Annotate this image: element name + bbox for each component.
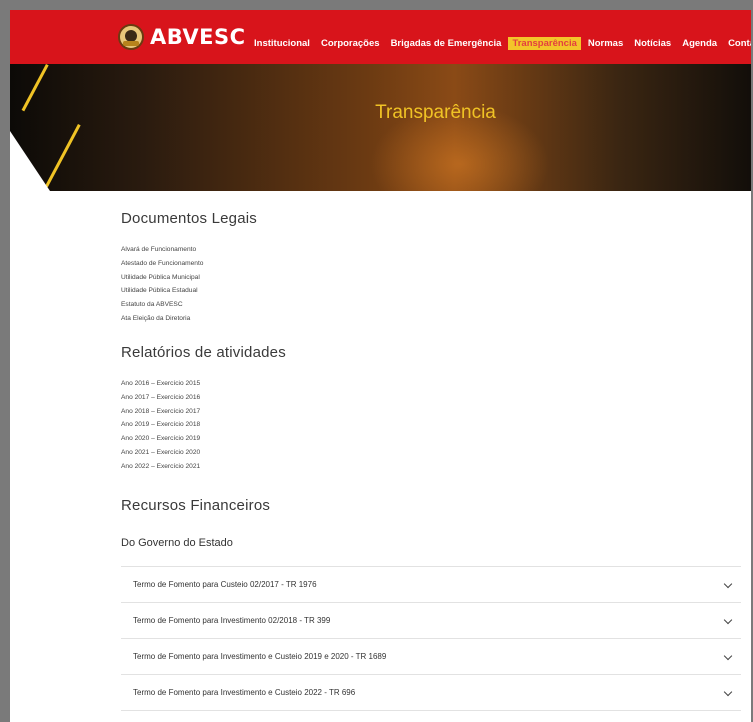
firefighter-emblem-icon [118,24,144,50]
report-link[interactable]: Ano 2020 – Exercício 2019 [121,435,200,442]
nav-agenda[interactable]: Agenda [682,38,717,49]
accordion-label: Termo de Fomento para Investimento 02/20… [133,616,331,625]
doc-link[interactable]: Estatuto da ABVESC [121,301,183,308]
section-title-recursos: Recursos Financeiros [121,497,271,514]
report-link[interactable]: Ano 2016 – Exercício 2015 [121,380,200,387]
doc-link[interactable]: Utilidade Pública Municipal [121,274,200,281]
accordion-label: Termo de Fomento para Investimento e Cus… [133,688,356,697]
accordion-item[interactable]: Termo de Fomento para Investimento e Cus… [121,675,741,711]
report-link[interactable]: Ano 2018 – Exercício 2017 [121,408,200,415]
section-title: Relatórios de atividades [121,344,286,361]
nav-noticias[interactable]: Notícias [634,38,671,49]
nav-contato[interactable]: Contato [728,38,751,49]
report-link[interactable]: Ano 2022 – Exercício 2021 [121,463,200,470]
section-title: Documentos Legais [121,210,257,227]
nav-normas[interactable]: Normas [588,38,623,49]
doc-link[interactable]: Atestado de Funcionamento [121,260,203,267]
accordion: Termo de Fomento para Custeio 02/2017 - … [121,566,741,711]
reports-list: Ano 2016 – Exercício 2015 Ano 2017 – Exe… [121,377,286,474]
navbar: ABVESC Institucional Corporações Brigada… [10,10,751,64]
subsection-title: Do Governo do Estado [121,537,233,549]
hero-banner: Transparência [10,64,751,191]
accordion-item[interactable]: Termo de Fomento para Custeio 02/2017 - … [121,567,741,603]
main-nav: Institucional Corporações Brigadas de Em… [254,37,751,50]
decorative-slash [45,124,81,188]
doc-link[interactable]: Alvará de Funcionamento [121,246,196,253]
logo-text: ABVESC [150,25,246,49]
chevron-down-icon[interactable] [723,652,733,662]
report-link[interactable]: Ano 2019 – Exercício 2018 [121,421,200,428]
nav-brigadas[interactable]: Brigadas de Emergência [391,38,502,49]
accordion-item[interactable]: Termo de Fomento para Investimento 02/20… [121,603,741,639]
hero-corner-cut [10,131,50,191]
accordion-label: Termo de Fomento para Custeio 02/2017 - … [133,580,317,589]
accordion-item[interactable]: Termo de Fomento para Investimento e Cus… [121,639,741,675]
page-title: Transparência [375,102,496,123]
chevron-down-icon[interactable] [723,580,733,590]
accordion-label: Termo de Fomento para Investimento e Cus… [133,652,387,661]
section-relatorios: Relatórios de atividades Ano 2016 – Exer… [121,344,286,474]
doc-link[interactable]: Utilidade Pública Estadual [121,287,198,294]
nav-institucional[interactable]: Institucional [254,38,310,49]
page: ABVESC Institucional Corporações Brigada… [10,10,751,722]
documents-list: Alvará de Funcionamento Atestado de Func… [121,243,741,326]
report-link[interactable]: Ano 2021 – Exercício 2020 [121,449,200,456]
doc-link[interactable]: Ata Eleição da Diretoria [121,315,190,322]
nav-corporacoes[interactable]: Corporações [321,38,380,49]
main-content: Documentos Legais Alvará de Funcionament… [121,210,741,711]
nav-transparencia[interactable]: Transparência [508,37,581,50]
section-documentos-legais: Documentos Legais Alvará de Funcionament… [121,210,741,326]
report-link[interactable]: Ano 2017 – Exercício 2016 [121,394,200,401]
logo[interactable]: ABVESC [118,24,246,50]
chevron-down-icon[interactable] [723,688,733,698]
chevron-down-icon[interactable] [723,616,733,626]
